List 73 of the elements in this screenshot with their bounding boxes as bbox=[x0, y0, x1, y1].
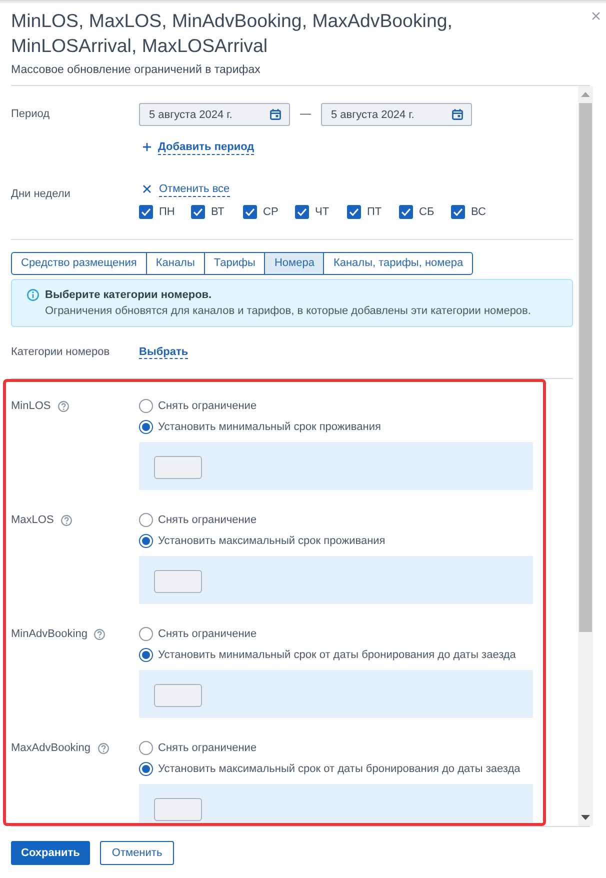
select-link[interactable]: Выбрать bbox=[139, 346, 188, 359]
help-icon bbox=[98, 742, 108, 754]
info-icon bbox=[27, 289, 39, 301]
value-field[interactable] bbox=[154, 798, 202, 821]
value-field[interactable] bbox=[154, 570, 202, 593]
date-field[interactable]: 5 августа 2024 г. bbox=[139, 103, 290, 126]
radio-label[interactable]: Установить максимальный срок от даты бронирования до даты заезда bbox=[158, 761, 520, 777]
help-icon bbox=[60, 514, 72, 526]
date-separator: — bbox=[299, 107, 312, 122]
dialog-subtitle: Массовое обновление ограничений в тарифах bbox=[11, 63, 262, 78]
field-label: Дни недели bbox=[11, 187, 72, 202]
tab[interactable]: Средство размещения bbox=[11, 252, 147, 275]
checkbox[interactable] bbox=[139, 205, 153, 219]
radio-button[interactable] bbox=[139, 741, 153, 755]
scrollbar[interactable] bbox=[578, 86, 593, 826]
help-icon bbox=[58, 400, 69, 412]
tab[interactable]: Номера bbox=[264, 252, 324, 275]
field-label: Категории номеров bbox=[11, 345, 111, 360]
checkbox-label[interactable]: ЧТ bbox=[315, 204, 330, 220]
dialog-title: MinLOS, MaxLOS, MinAdvBooking, MaxAdvBooking, MinLOSArrival, MaxLOSArrival bbox=[11, 9, 454, 58]
radio-button[interactable] bbox=[139, 627, 153, 641]
scrollbar-thumb[interactable] bbox=[579, 103, 592, 632]
checkbox-label[interactable]: ПН bbox=[159, 204, 175, 220]
checkbox[interactable] bbox=[243, 205, 257, 219]
close-icon bbox=[592, 12, 600, 20]
tab[interactable]: Каналы, тарифы, номера bbox=[323, 252, 474, 275]
radio-button[interactable] bbox=[139, 534, 153, 548]
radio-label[interactable]: Снять ограничение bbox=[158, 512, 257, 528]
cross-icon bbox=[143, 185, 151, 193]
checkbox-label[interactable]: ВТ bbox=[211, 204, 224, 220]
radio-button[interactable] bbox=[139, 648, 153, 662]
checkbox-label[interactable]: ВС bbox=[471, 204, 486, 220]
calendar-icon bbox=[270, 109, 281, 120]
field-label: MinAdvBooking bbox=[11, 627, 88, 642]
tab[interactable]: Каналы bbox=[146, 252, 205, 275]
radio-button[interactable] bbox=[139, 762, 153, 776]
up-arrow-icon bbox=[581, 92, 590, 97]
radio-label[interactable]: Установить минимальный срок проживания bbox=[158, 419, 381, 435]
plus-icon bbox=[143, 143, 151, 151]
save-button[interactable]: Сохранить bbox=[11, 841, 90, 865]
add-period-link[interactable]: Добавить период bbox=[158, 140, 254, 154]
checkbox[interactable] bbox=[295, 205, 309, 219]
alert-text: Ограничения обновятся для каналов и тарифов, в которые добавлены эти категории номеров. bbox=[45, 304, 531, 319]
checkbox[interactable] bbox=[347, 205, 361, 219]
alert-title: Выберите категории номеров. bbox=[45, 288, 213, 303]
radio-label[interactable]: Установить минимальный срок от даты бронирования до даты заезда bbox=[158, 647, 516, 663]
radio-label[interactable]: Снять ограничение bbox=[158, 740, 257, 756]
field-label: MaxAdvBooking bbox=[11, 741, 90, 756]
close-button[interactable] bbox=[590, 10, 602, 22]
checkbox[interactable] bbox=[191, 205, 205, 219]
field-label: Период bbox=[11, 107, 51, 122]
radio-label[interactable]: Снять ограничение bbox=[158, 398, 257, 414]
calendar-icon bbox=[452, 109, 463, 120]
value-field[interactable] bbox=[154, 684, 202, 707]
field-label: MinLOS bbox=[11, 399, 51, 414]
radio-label[interactable]: Установить максимальный срок проживания bbox=[158, 533, 386, 549]
radio-button[interactable] bbox=[139, 513, 153, 527]
radio-label[interactable]: Снять ограничение bbox=[158, 626, 257, 642]
checkbox[interactable] bbox=[451, 205, 465, 219]
radio-button[interactable] bbox=[139, 399, 153, 413]
checkbox-label[interactable]: СБ bbox=[419, 204, 434, 220]
checkbox-label[interactable]: ПТ bbox=[367, 204, 382, 220]
tab[interactable]: Тарифы bbox=[204, 252, 266, 275]
help-icon bbox=[94, 628, 106, 640]
checkbox[interactable] bbox=[399, 205, 413, 219]
radio-button[interactable] bbox=[139, 420, 153, 434]
clear-all-link[interactable]: Отменить все bbox=[159, 182, 230, 196]
field-label: MaxLOS bbox=[11, 513, 54, 528]
down-arrow-icon bbox=[581, 815, 590, 820]
date-field[interactable]: 5 августа 2024 г. bbox=[321, 103, 472, 126]
value-field[interactable] bbox=[154, 456, 202, 479]
checkbox-label[interactable]: СР bbox=[263, 204, 278, 220]
cancel-button[interactable]: Отменить bbox=[100, 841, 174, 865]
